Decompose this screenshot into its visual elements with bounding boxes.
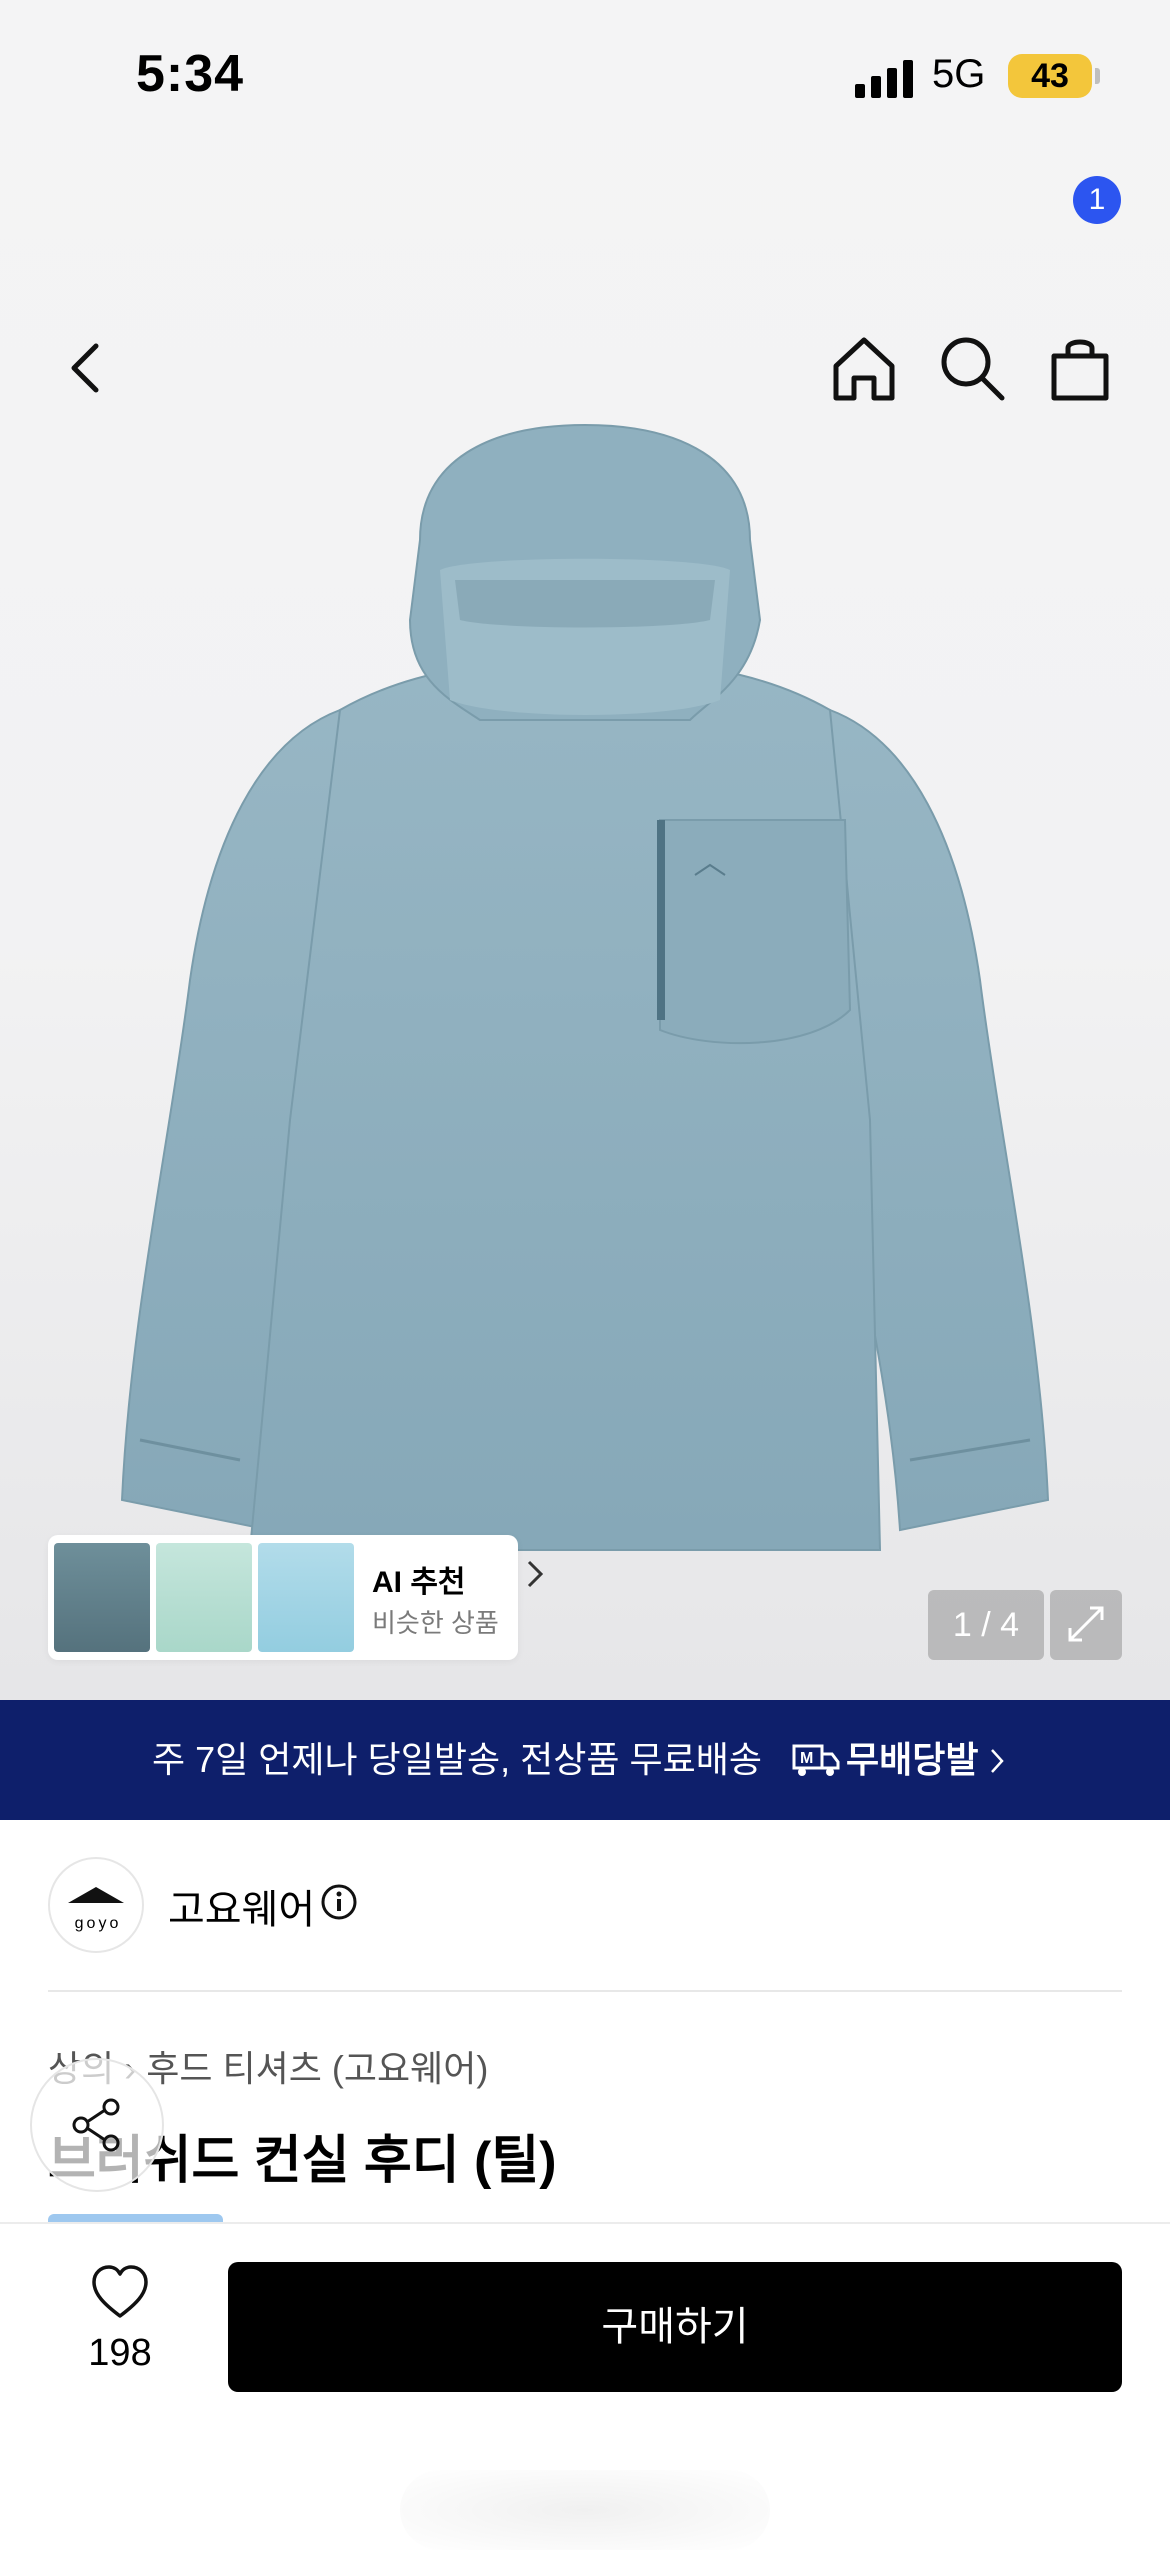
promo-brand: 무배당발 — [846, 1739, 979, 1780]
share-button[interactable] — [30, 2058, 164, 2192]
product-image-hoodie[interactable] — [110, 420, 1060, 1570]
network-type: 5G — [932, 52, 986, 96]
breadcrumb-current[interactable]: 후드 티셔츠 (고요웨어) — [146, 2048, 488, 2089]
gallery-counter: 1 / 4 — [928, 1590, 1044, 1660]
status-time: 5:34 — [136, 45, 245, 103]
mountain-logo-icon — [68, 1887, 124, 1903]
svg-text:M: M — [800, 1750, 813, 1767]
home-indicator — [400, 2470, 770, 2550]
share-icon — [72, 2098, 120, 2152]
search-icon[interactable] — [932, 328, 1012, 408]
brand-logo[interactable]: goyo — [48, 1857, 144, 1953]
cart-icon[interactable] — [1040, 328, 1120, 408]
battery-icon: 43 — [1008, 54, 1092, 98]
ai-recommend-title: AI 추천 — [372, 1566, 466, 1599]
ai-recommend-subtitle: 비슷한 상품 — [372, 1608, 499, 1638]
ai-recommend-card[interactable]: AI 추천 비슷한 상품 — [48, 1535, 544, 1660]
top-nav — [0, 150, 1170, 401]
chevron-right-icon — [991, 1749, 1004, 1773]
brand-logo-text: goyo — [74, 1915, 122, 1932]
home-icon[interactable] — [824, 328, 904, 408]
like-count: 198 — [88, 2332, 152, 2374]
shipping-promo-banner[interactable]: 주 7일 언제나 당일발송, 전상품 무료배송 M 무배당발 — [0, 1700, 1170, 1820]
back-icon[interactable] — [48, 328, 128, 408]
expand-icon[interactable] — [1050, 1590, 1122, 1660]
ai-thumb-3[interactable] — [258, 1543, 354, 1652]
cart-count-badge: 1 — [1073, 176, 1121, 224]
delivery-truck-icon: M — [792, 1744, 840, 1776]
battery-cap — [1095, 68, 1100, 84]
buy-button[interactable]: 구매하기 — [228, 2262, 1122, 2392]
info-icon[interactable] — [320, 1883, 358, 1921]
heart-icon — [92, 2265, 148, 2318]
status-bar: 5:34 5G 43 — [0, 0, 1170, 150]
promo-text: 주 7일 언제나 당일발송, 전상품 무료배송 — [152, 1739, 762, 1780]
brand-name[interactable]: 고요웨어 — [168, 1877, 315, 1935]
ai-thumb-2[interactable] — [156, 1543, 252, 1652]
brand-row[interactable]: goyo 고요웨어 — [48, 1855, 1122, 1992]
chevron-right-icon — [527, 1560, 544, 1588]
signal-icon — [855, 58, 915, 98]
ai-thumb-1[interactable] — [54, 1543, 150, 1652]
